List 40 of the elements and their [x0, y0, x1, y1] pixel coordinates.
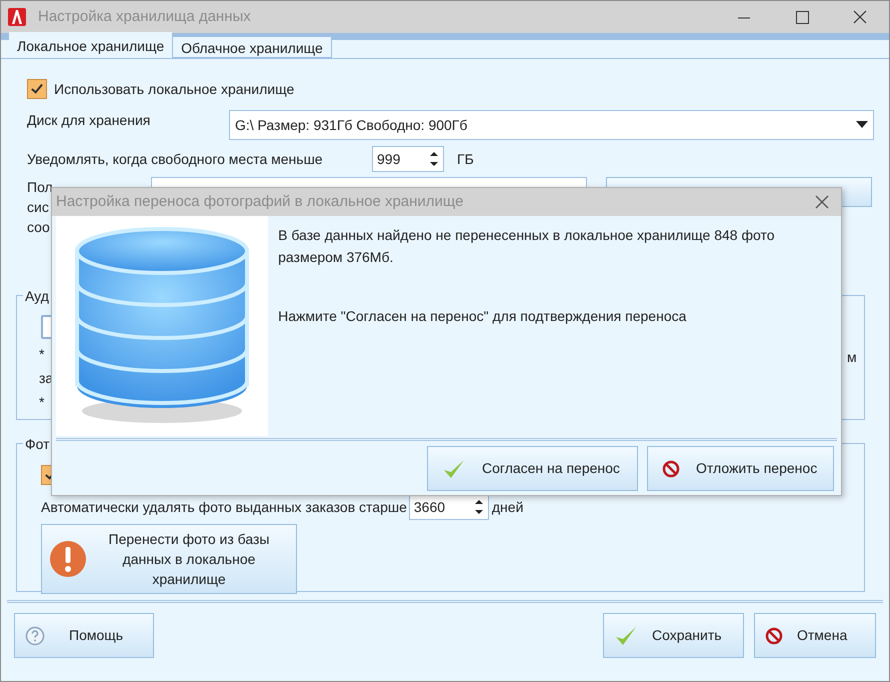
- dialog-hint: Нажмите "Согласен на перенос" для подтверждения переноса: [278, 307, 688, 326]
- spin-field[interactable]: 3660: [408, 494, 489, 520]
- accept-button[interactable]: Согласен на перенос: [427, 446, 638, 491]
- spin-arrows-icon[interactable]: [429, 150, 439, 168]
- text-fragment: *: [39, 345, 44, 364]
- caret-icon[interactable]: [856, 121, 868, 129]
- dialog-message: В базе данных найдено не перенесенных в локальное хранилище 848 фото размером 376Мб.: [278, 226, 776, 267]
- text-fragment: м: [847, 348, 857, 367]
- close-icon[interactable]: [815, 195, 829, 209]
- spin-field[interactable]: 999: [372, 146, 444, 172]
- dialog-title: Настройка переноса фотографий в локальное хранилище: [56, 192, 464, 212]
- label-fragment: соо: [27, 218, 50, 237]
- checkbox-label: Использовать локальное хранилище: [54, 80, 294, 99]
- postpone-button[interactable]: Отложить перенос: [647, 446, 834, 491]
- save-button[interactable]: Сохранить: [603, 613, 744, 658]
- field-label: Диск для хранения: [27, 111, 152, 130]
- text-fragment: *: [39, 393, 44, 412]
- check-icon: [442, 458, 466, 480]
- field-label: Уведомлять, когда свободного места меньше: [27, 150, 324, 169]
- label-fragment: Пол: [27, 178, 53, 197]
- cancel-button[interactable]: Отмена: [754, 613, 876, 658]
- cancel-icon: [662, 460, 680, 478]
- spin-arrows-icon[interactable]: [474, 498, 484, 516]
- close-icon[interactable]: [851, 8, 869, 26]
- label-fragment: сис: [27, 198, 49, 217]
- app-logo-icon: [8, 8, 26, 26]
- move-photos-button[interactable]: Перенести фото из базы данных в локальное хранилище: [41, 524, 297, 594]
- maximize-icon[interactable]: [793, 8, 811, 26]
- warning-icon: [48, 539, 88, 579]
- tab[interactable]: Облачное хранилище: [172, 36, 332, 58]
- field-label: Автоматически удалять фото выданных заказов старше: [41, 498, 407, 517]
- cancel-icon: [765, 626, 783, 644]
- help-button[interactable]: Помощь: [14, 613, 154, 658]
- checkbox[interactable]: [27, 79, 47, 99]
- window-title: Настройка хранилища данных: [38, 6, 252, 27]
- help-icon: [25, 626, 45, 646]
- unit-label: ГБ: [457, 150, 474, 168]
- unit-label: дней: [492, 498, 524, 517]
- drive-dropdown[interactable]: G:\ Размер: 931Гб Свободно: 900Гб: [229, 110, 874, 140]
- check-icon: [614, 624, 638, 646]
